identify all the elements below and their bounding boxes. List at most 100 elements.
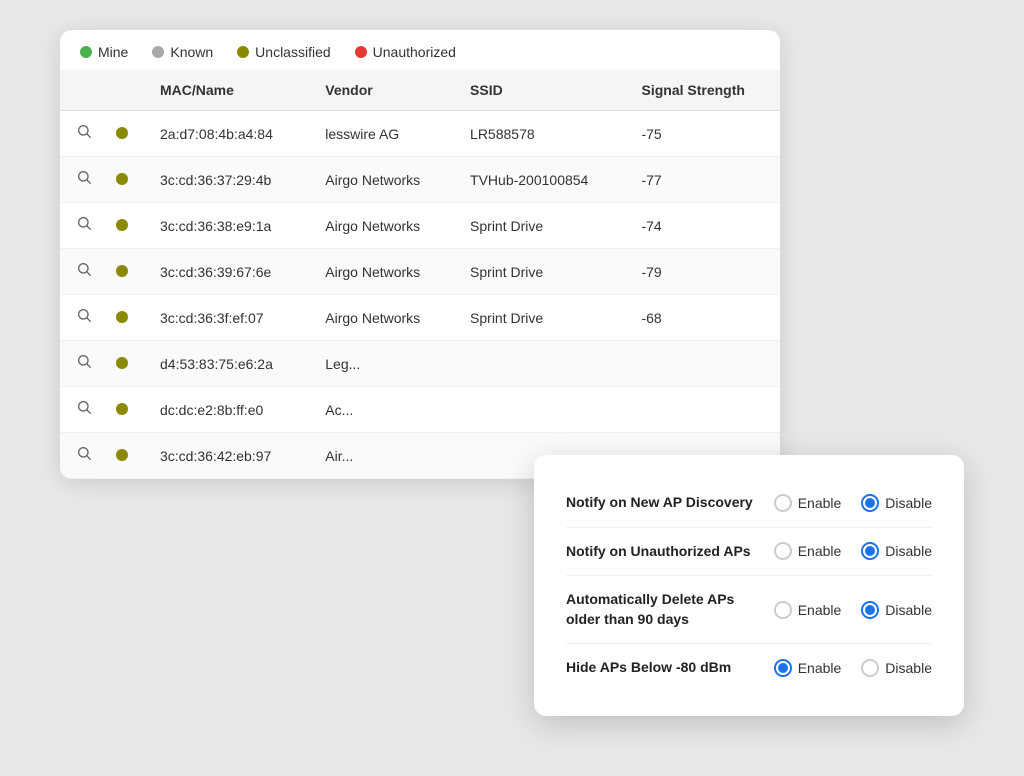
settings-row: Hide APs Below -80 dBm Enable Disable xyxy=(566,644,932,692)
col-signal: Signal Strength xyxy=(625,70,780,111)
mac-cell: 3c:cd:36:37:29:4b xyxy=(144,157,309,203)
status-dot-cell xyxy=(108,157,144,203)
unclassified-dot xyxy=(237,46,249,58)
disable-radio[interactable] xyxy=(861,542,879,560)
col-search xyxy=(60,70,108,111)
enable-option[interactable]: Enable xyxy=(774,601,842,619)
table-row: 3c:cd:36:3f:ef:07Airgo NetworksSprint Dr… xyxy=(60,295,780,341)
known-dot xyxy=(152,46,164,58)
enable-radio[interactable] xyxy=(774,659,792,677)
unauthorized-dot xyxy=(355,46,367,58)
legend-unclassified: Unclassified xyxy=(237,44,330,60)
signal-cell xyxy=(625,387,780,433)
enable-radio[interactable] xyxy=(774,601,792,619)
table-row: 3c:cd:36:37:29:4bAirgo NetworksTVHub-200… xyxy=(60,157,780,203)
status-dot-cell xyxy=(108,341,144,387)
settings-options: Enable Disable xyxy=(774,542,932,560)
search-icon-cell[interactable] xyxy=(60,249,108,295)
search-icon xyxy=(76,445,92,461)
enable-option[interactable]: Enable xyxy=(774,659,842,677)
disable-option[interactable]: Disable xyxy=(861,601,932,619)
search-icon-cell[interactable] xyxy=(60,387,108,433)
settings-label: Automatically Delete APs older than 90 d… xyxy=(566,590,766,629)
disable-label: Disable xyxy=(885,543,932,559)
enable-label: Enable xyxy=(798,660,842,676)
table-row: dc:dc:e2:8b:ff:e0Ac... xyxy=(60,387,780,433)
search-icon xyxy=(76,123,92,139)
row-status-dot xyxy=(116,357,128,369)
mac-cell: dc:dc:e2:8b:ff:e0 xyxy=(144,387,309,433)
ssid-cell: TVHub-200100854 xyxy=(454,157,625,203)
row-status-dot xyxy=(116,403,128,415)
vendor-cell: Airgo Networks xyxy=(309,295,454,341)
search-icon-cell[interactable] xyxy=(60,433,108,479)
legend-unauthorized: Unauthorized xyxy=(355,44,456,60)
ssid-cell xyxy=(454,387,625,433)
ssid-cell: Sprint Drive xyxy=(454,295,625,341)
settings-row: Automatically Delete APs older than 90 d… xyxy=(566,576,932,644)
vendor-cell: Airgo Networks xyxy=(309,249,454,295)
table-row: 3c:cd:36:38:e9:1aAirgo NetworksSprint Dr… xyxy=(60,203,780,249)
disable-radio[interactable] xyxy=(861,659,879,677)
legend-row: Mine Known Unclassified Unauthorized xyxy=(60,30,780,70)
row-status-dot xyxy=(116,173,128,185)
enable-option[interactable]: Enable xyxy=(774,542,842,560)
legend-known-label: Known xyxy=(170,44,213,60)
disable-option[interactable]: Disable xyxy=(861,659,932,677)
settings-row: Notify on New AP DiscoveryEnableDisable xyxy=(566,479,932,528)
status-dot-cell xyxy=(108,295,144,341)
enable-label: Enable xyxy=(798,602,842,618)
settings-options: Enable Disable xyxy=(774,494,932,512)
vendor-cell: lesswire AG xyxy=(309,111,454,157)
status-dot-cell xyxy=(108,433,144,479)
status-dot-cell xyxy=(108,387,144,433)
disable-option[interactable]: Disable xyxy=(861,542,932,560)
enable-radio[interactable] xyxy=(774,542,792,560)
settings-options: Enable Disable xyxy=(774,601,932,619)
vendor-cell: Airgo Networks xyxy=(309,203,454,249)
disable-label: Disable xyxy=(885,495,932,511)
settings-card: Notify on New AP DiscoveryEnableDisableN… xyxy=(534,455,964,716)
settings-label: Hide APs Below -80 dBm xyxy=(566,658,766,678)
disable-option[interactable]: Disable xyxy=(861,494,932,512)
mac-cell: 3c:cd:36:3f:ef:07 xyxy=(144,295,309,341)
disable-radio[interactable] xyxy=(861,494,879,512)
vendor-cell: Leg... xyxy=(309,341,454,387)
search-icon-cell[interactable] xyxy=(60,341,108,387)
mine-dot xyxy=(80,46,92,58)
mac-cell: 3c:cd:36:42:eb:97 xyxy=(144,433,309,479)
row-status-dot xyxy=(116,219,128,231)
legend-mine: Mine xyxy=(80,44,128,60)
main-card: Mine Known Unclassified Unauthorized MAC… xyxy=(60,30,780,479)
search-icon xyxy=(76,399,92,415)
disable-label: Disable xyxy=(885,602,932,618)
search-icon xyxy=(76,215,92,231)
mac-cell: 3c:cd:36:38:e9:1a xyxy=(144,203,309,249)
mac-cell: 2a:d7:08:4b:a4:84 xyxy=(144,111,309,157)
enable-option[interactable]: Enable xyxy=(774,494,842,512)
search-icon-cell[interactable] xyxy=(60,203,108,249)
search-icon-cell[interactable] xyxy=(60,111,108,157)
enable-label: Enable xyxy=(798,495,842,511)
signal-cell: -68 xyxy=(625,295,780,341)
settings-options: Enable Disable xyxy=(774,659,932,677)
vendor-cell: Ac... xyxy=(309,387,454,433)
signal-cell xyxy=(625,341,780,387)
search-icon-cell[interactable] xyxy=(60,157,108,203)
table-row: 2a:d7:08:4b:a4:84lesswire AGLR588578-75 xyxy=(60,111,780,157)
settings-label: Notify on Unauthorized APs xyxy=(566,542,766,562)
row-status-dot xyxy=(116,311,128,323)
row-status-dot xyxy=(116,127,128,139)
col-mac: MAC/Name xyxy=(144,70,309,111)
signal-cell: -77 xyxy=(625,157,780,203)
status-dot-cell xyxy=(108,111,144,157)
search-icon xyxy=(76,169,92,185)
ap-table: MAC/Name Vendor SSID Signal Strength 2a:… xyxy=(60,70,780,479)
disable-radio[interactable] xyxy=(861,601,879,619)
legend-mine-label: Mine xyxy=(98,44,128,60)
mac-cell: d4:53:83:75:e6:2a xyxy=(144,341,309,387)
mac-cell: 3c:cd:36:39:67:6e xyxy=(144,249,309,295)
status-dot-cell xyxy=(108,249,144,295)
enable-radio[interactable] xyxy=(774,494,792,512)
search-icon-cell[interactable] xyxy=(60,295,108,341)
